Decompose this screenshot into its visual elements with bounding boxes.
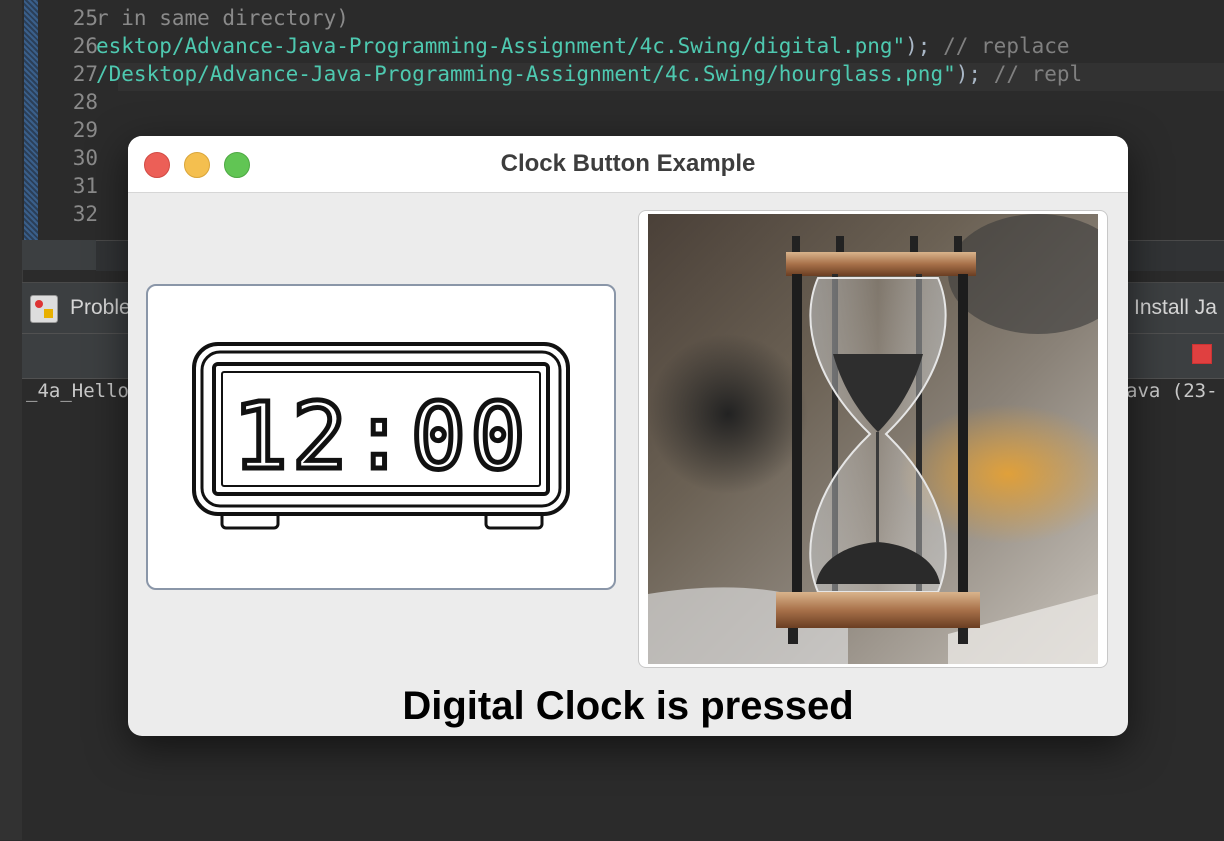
stop-icon[interactable] xyxy=(1192,344,1212,364)
line-number: 26 xyxy=(72,34,98,58)
clock-button-window: Clock Button Example 12:00 Digital Clock… xyxy=(128,136,1128,736)
line-number: 30 xyxy=(72,146,98,170)
digital-clock-button[interactable]: 12:00 xyxy=(146,284,616,590)
status-label: Digital Clock is pressed xyxy=(402,684,854,728)
console-text: ava (23- xyxy=(1126,380,1218,402)
hourglass-icon xyxy=(648,214,1098,664)
console-text: _4a_Hello xyxy=(26,380,129,402)
digital-clock-icon: 12:00 xyxy=(192,342,570,530)
line-number: 31 xyxy=(72,174,98,198)
line-number: 28 xyxy=(72,90,98,114)
line-number: 25 xyxy=(72,6,98,30)
line-number: 32 xyxy=(72,202,98,226)
code-comment: // repl xyxy=(993,62,1083,86)
code-line: esktop/Advance-Java-Programming-Assignme… xyxy=(96,34,1070,58)
code-punctuation: ); xyxy=(955,62,982,86)
problems-icon[interactable] xyxy=(30,295,58,323)
editor-horizontal-scrollbar[interactable] xyxy=(22,240,96,270)
string-literal: esktop/Advance-Java-Programming-Assignme… xyxy=(96,34,906,58)
line-number: 27 xyxy=(72,62,98,86)
line-number: 29 xyxy=(72,118,98,142)
string-literal: /Desktop/Advance-Java-Programming-Assign… xyxy=(96,62,956,86)
tab-install-java[interactable]: Install Ja xyxy=(1134,296,1217,320)
window-title: Clock Button Example xyxy=(500,150,756,177)
ide-left-gutter xyxy=(0,0,23,840)
code-line: /Desktop/Advance-Java-Programming-Assign… xyxy=(96,62,1082,86)
code-comment: // replace xyxy=(943,34,1070,58)
change-marker-bar xyxy=(24,0,38,240)
window-titlebar[interactable]: Clock Button Example xyxy=(128,136,1128,193)
hourglass-button[interactable] xyxy=(638,210,1108,668)
tab-problems[interactable]: Proble xyxy=(70,296,131,320)
code-punctuation: ); xyxy=(905,34,931,58)
clock-display-text: 12:00 xyxy=(233,383,530,490)
code-line: r in same directory) xyxy=(96,6,349,30)
